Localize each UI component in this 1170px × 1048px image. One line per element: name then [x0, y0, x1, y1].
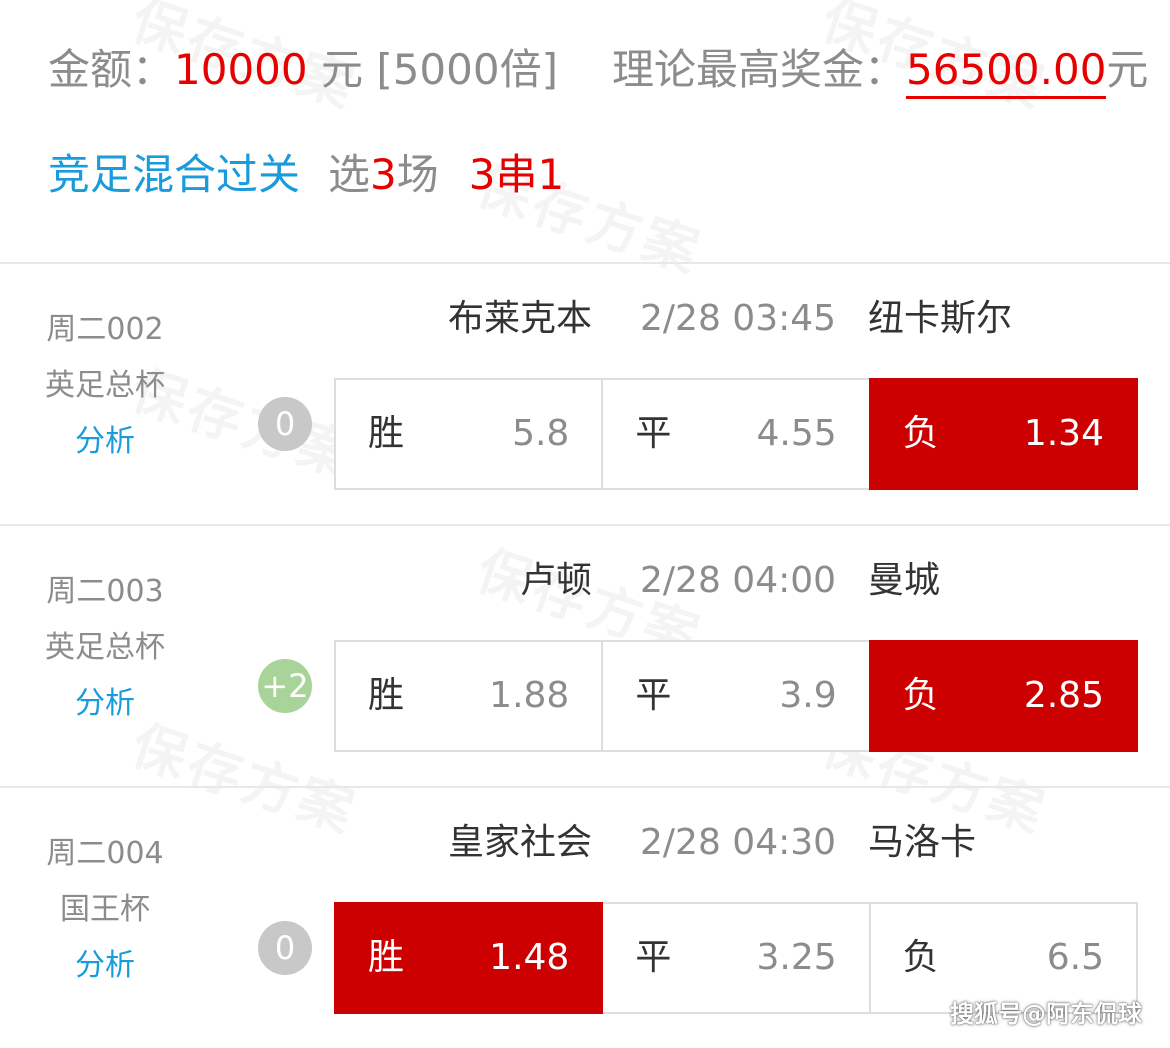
bet-mode: 竞足混合过关 选3场 3串1 [48, 145, 564, 205]
amount-label: 金额： [48, 45, 175, 94]
handicap-badge: 0 [258, 921, 312, 975]
away-team: 马洛卡 [868, 822, 977, 863]
odds-group: 胜 1.88 平 3.9 负 2.85 [334, 640, 1138, 752]
pick-suffix: 场 [396, 150, 439, 199]
home-team: 卢顿 [519, 560, 592, 601]
odds-label: 胜 [368, 413, 405, 454]
odds-lose[interactable]: 负 2.85 [868, 640, 1138, 752]
match-code: 周二002 [46, 312, 164, 347]
amount-value: 10000 [174, 45, 308, 94]
league-name: 英足总杯 [45, 630, 165, 665]
odds-value: 4.55 [756, 413, 837, 454]
analysis-link[interactable]: 分析 [0, 938, 210, 994]
odds-value: 1.88 [489, 675, 570, 716]
odds-group: 胜 5.8 平 4.55 负 1.34 [334, 378, 1138, 490]
match-row: 周二003 英足总杯 分析 卢顿 2/28 04:00 曼城 +2 胜 1.88 … [0, 526, 1170, 786]
odds-label: 平 [635, 937, 672, 978]
match-code: 周二003 [46, 574, 164, 609]
odds-value: 1.48 [489, 937, 570, 978]
odds-value: 3.9 [779, 675, 837, 716]
match-teams: 卢顿 2/28 04:00 曼城 [336, 556, 1136, 606]
match-meta: 周二002 英足总杯 分析 [0, 302, 210, 470]
prize-unit: 元 [1106, 45, 1149, 94]
handicap-badge: 0 [258, 397, 312, 451]
bet-summary: 金额：10000 元 [5000倍] 理论最高奖金：56500.00元 [48, 38, 1148, 102]
handicap-badge: +2 [258, 659, 312, 713]
match-teams: 布莱克本 2/28 03:45 纽卡斯尔 [336, 294, 1136, 344]
odds-label: 胜 [368, 937, 405, 978]
match-meta: 周二003 英足总杯 分析 [0, 564, 210, 732]
match-meta: 周二004 国王杯 分析 [0, 826, 210, 994]
combo-type: 3串1 [468, 150, 565, 199]
analysis-link[interactable]: 分析 [0, 676, 210, 732]
odds-label: 胜 [368, 675, 405, 716]
odds-win[interactable]: 胜 1.48 [334, 902, 604, 1014]
odds-draw[interactable]: 平 3.9 [601, 640, 871, 752]
odds-value: 1.34 [1023, 413, 1104, 454]
odds-draw[interactable]: 平 4.55 [601, 378, 871, 490]
league-name: 国王杯 [60, 892, 150, 927]
pick-prefix: 选 [328, 150, 371, 199]
odds-value: 3.25 [756, 937, 837, 978]
match-code: 周二004 [46, 836, 164, 871]
bet-type: 竞足混合过关 [48, 150, 301, 199]
odds-label: 负 [902, 413, 939, 454]
odds-label: 负 [902, 937, 939, 978]
away-team: 曼城 [868, 560, 941, 601]
prize-value: 56500.00 [906, 44, 1107, 99]
analysis-link[interactable]: 分析 [0, 414, 210, 470]
league-name: 英足总杯 [45, 368, 165, 403]
odds-label: 负 [902, 675, 939, 716]
odds-win[interactable]: 胜 1.88 [334, 640, 604, 752]
source-watermark: 搜狐号@阿东侃球 [950, 1000, 1142, 1028]
amount-unit: 元 [5000倍] [307, 45, 558, 94]
pick-count: 3 [370, 150, 397, 199]
odds-label: 平 [635, 413, 672, 454]
odds-win[interactable]: 胜 5.8 [334, 378, 604, 490]
prize-label: 理论最高奖金： [612, 45, 907, 94]
away-team: 纽卡斯尔 [868, 298, 1013, 339]
match-row: 周二002 英足总杯 分析 布莱克本 2/28 03:45 纽卡斯尔 0 胜 5.… [0, 264, 1170, 524]
odds-value: 5.8 [512, 413, 570, 454]
kickoff-time: 2/28 03:45 [640, 298, 837, 339]
odds-draw[interactable]: 平 3.25 [601, 902, 871, 1014]
odds-lose[interactable]: 负 1.34 [868, 378, 1138, 490]
odds-value: 2.85 [1023, 675, 1104, 716]
kickoff-time: 2/28 04:00 [640, 560, 837, 601]
kickoff-time: 2/28 04:30 [640, 822, 837, 863]
home-team: 布莱克本 [447, 298, 592, 339]
match-teams: 皇家社会 2/28 04:30 马洛卡 [336, 818, 1136, 868]
odds-label: 平 [635, 675, 672, 716]
home-team: 皇家社会 [447, 822, 592, 863]
